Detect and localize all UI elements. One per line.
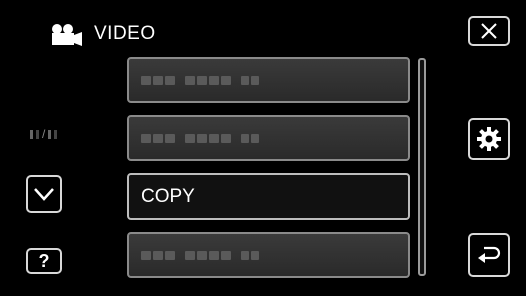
page-indicator-current-2: [36, 129, 39, 139]
return-icon: [478, 246, 501, 263]
obscured-label: [141, 250, 259, 260]
menu-header: VIDEO: [46, 22, 156, 46]
scrollbar[interactable]: [418, 58, 426, 276]
close-button[interactable]: [468, 16, 510, 46]
back-button[interactable]: [468, 233, 510, 277]
page-indicator-separator: /: [42, 127, 46, 141]
page-indicator-total-2: [54, 129, 58, 139]
scroll-down-button[interactable]: [26, 175, 62, 213]
menu-item-copy[interactable]: COPY: [127, 173, 410, 220]
help-label: ?: [38, 251, 50, 271]
menu-item-1[interactable]: [127, 57, 410, 103]
menu-item-4[interactable]: [127, 232, 410, 278]
page-title: VIDEO: [94, 23, 156, 44]
gear-icon: [477, 127, 501, 151]
page-indicator-total: [48, 129, 52, 139]
obscured-label: [141, 75, 259, 85]
menu-item-2[interactable]: [127, 115, 410, 161]
menu-screen: VIDEO COPY / ?: [0, 0, 526, 296]
close-icon: [481, 23, 497, 39]
page-indicator-current: [30, 129, 33, 139]
obscured-label: [141, 133, 259, 143]
help-button[interactable]: ?: [26, 248, 62, 274]
page-indicator: /: [30, 127, 58, 141]
settings-button[interactable]: [468, 118, 510, 160]
chevron-down-icon: [34, 188, 54, 201]
video-camera-icon: [46, 23, 88, 46]
menu-item-label: COPY: [141, 185, 195, 207]
